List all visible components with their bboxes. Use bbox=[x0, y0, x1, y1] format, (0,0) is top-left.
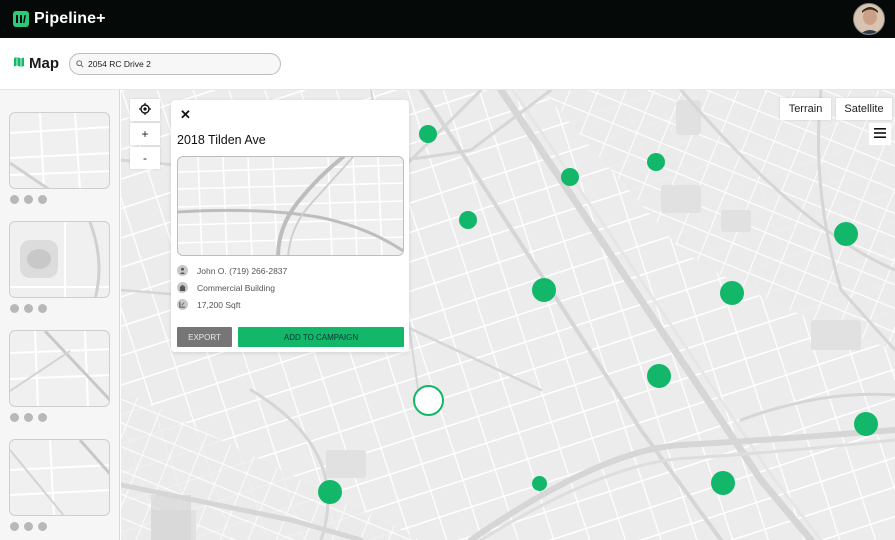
property-marker[interactable] bbox=[647, 364, 671, 388]
owner-row: John O. (719) 266-2837 bbox=[177, 265, 287, 276]
area-icon bbox=[177, 299, 188, 310]
property-marker[interactable] bbox=[459, 211, 477, 229]
page-title-text: Map bbox=[29, 55, 59, 72]
building-icon bbox=[38, 304, 47, 313]
property-marker[interactable] bbox=[532, 278, 556, 302]
owner-icon bbox=[24, 304, 33, 313]
property-address: 2018 Tilden Ave bbox=[177, 133, 266, 147]
brand[interactable]: Pipeline+ bbox=[13, 10, 106, 28]
owner-icon bbox=[24, 413, 33, 422]
close-icon[interactable]: ✕ bbox=[180, 107, 191, 123]
property-area: 17,200 Sqft bbox=[197, 299, 241, 310]
pipeline-logo-icon bbox=[13, 11, 29, 27]
terrain-button[interactable]: Terrain bbox=[780, 98, 831, 120]
property-marker[interactable] bbox=[561, 168, 579, 186]
property-card[interactable] bbox=[9, 330, 110, 422]
property-thumbnail[interactable] bbox=[9, 112, 110, 189]
type-row: Commercial Building bbox=[177, 282, 275, 293]
property-thumbnail[interactable] bbox=[9, 330, 110, 407]
property-popup: ✕ 2018 Tilden Ave John O. (719) 266-2837 bbox=[171, 100, 409, 352]
export-button[interactable]: EXPORT bbox=[177, 327, 232, 347]
area-row: 17,200 Sqft bbox=[177, 299, 240, 310]
building-icon bbox=[38, 522, 47, 531]
property-marker[interactable] bbox=[532, 476, 547, 491]
locate-button[interactable] bbox=[130, 99, 160, 121]
area-icon bbox=[10, 304, 19, 313]
building-icon bbox=[38, 195, 47, 204]
property-preview-map bbox=[177, 156, 404, 256]
map-canvas[interactable]: + - Terrain Satellite ✕ 2018 Tilden Ave bbox=[121, 90, 895, 540]
selected-property-marker[interactable] bbox=[413, 385, 444, 416]
property-marker[interactable] bbox=[720, 281, 744, 305]
hamburger-icon bbox=[874, 125, 886, 143]
owner-contact: John O. (719) 266-2837 bbox=[197, 265, 288, 276]
map-icon bbox=[13, 55, 25, 73]
area-icon bbox=[10, 522, 19, 531]
area-icon bbox=[10, 195, 19, 204]
page-header: Map bbox=[0, 38, 895, 90]
owner-icon bbox=[24, 195, 33, 204]
property-marker[interactable] bbox=[647, 153, 665, 171]
search-bar[interactable] bbox=[69, 53, 281, 75]
zoom-out-button[interactable]: - bbox=[130, 147, 160, 169]
property-sidebar bbox=[0, 90, 120, 540]
app-name: Pipeline+ bbox=[34, 10, 106, 27]
building-icon bbox=[38, 413, 47, 422]
owner-icon bbox=[24, 522, 33, 531]
property-marker[interactable] bbox=[318, 480, 342, 504]
crosshair-icon bbox=[139, 102, 151, 118]
page-title: Map bbox=[13, 55, 59, 73]
property-marker[interactable] bbox=[711, 471, 735, 495]
area-icon bbox=[10, 413, 19, 422]
property-thumbnail[interactable] bbox=[9, 221, 110, 298]
property-thumbnail[interactable] bbox=[9, 439, 110, 516]
map-menu-button[interactable] bbox=[869, 123, 891, 145]
search-input[interactable] bbox=[88, 59, 268, 69]
property-card[interactable] bbox=[9, 439, 110, 531]
property-marker[interactable] bbox=[419, 125, 437, 143]
user-avatar[interactable] bbox=[853, 3, 885, 35]
property-marker[interactable] bbox=[854, 412, 878, 436]
building-icon bbox=[177, 282, 188, 293]
search-icon bbox=[76, 55, 84, 73]
zoom-in-button[interactable]: + bbox=[130, 123, 160, 145]
person-icon bbox=[177, 265, 188, 276]
property-card[interactable] bbox=[9, 112, 110, 204]
property-type: Commercial Building bbox=[197, 282, 275, 293]
property-marker[interactable] bbox=[834, 222, 858, 246]
property-card[interactable] bbox=[9, 221, 110, 313]
satellite-button[interactable]: Satellite bbox=[836, 98, 892, 120]
add-to-campaign-button[interactable]: ADD TO CAMPAIGN bbox=[238, 327, 404, 347]
top-bar: Pipeline+ bbox=[0, 0, 895, 38]
